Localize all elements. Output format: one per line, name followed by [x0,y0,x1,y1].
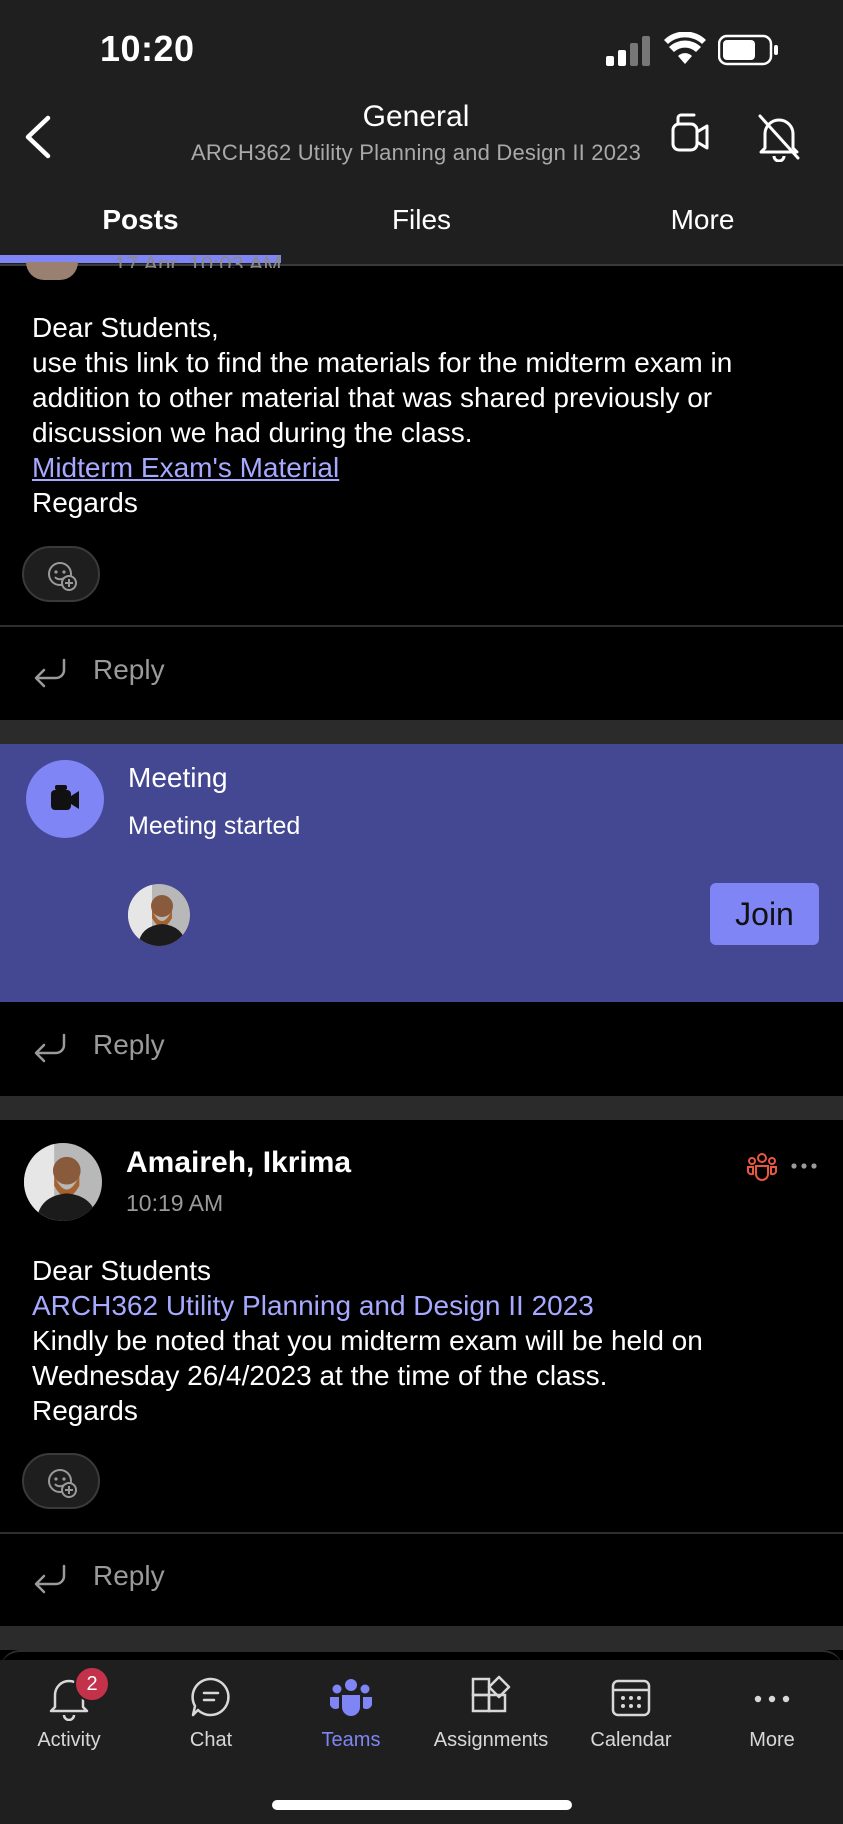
reply-arrow-icon [34,658,66,688]
meeting-avatar [26,760,104,838]
add-reaction-icon [48,1469,77,1498]
cellular-signal-icon [606,36,650,66]
post-line: addition to other material that was shar… [32,382,713,413]
post-closing: Regards [32,1395,138,1426]
thread-gap [0,720,843,744]
nav-label: More [749,1729,795,1751]
team-mention-link[interactable]: ARCH362 Utility Planning and Design II 2… [32,1290,594,1321]
teams-icon [330,1679,372,1716]
wifi-icon [664,32,706,64]
team-mention-icon [747,1153,777,1181]
join-meeting-button[interactable]: Join [710,883,819,945]
avatar [26,262,78,280]
reply-arrow-icon [34,1033,66,1063]
post-body: Dear Students ARCH362 Utility Planning a… [32,1253,822,1428]
post-timestamp: 17 Apr, 10:03 AM [114,252,282,268]
more-options-icon[interactable] [790,1154,818,1178]
video-camera-icon [51,785,79,810]
reply-arrow-icon [34,1564,66,1594]
thread-gap [0,1626,843,1650]
add-reaction-button[interactable] [22,546,100,602]
nav-label: Activity [37,1729,101,1751]
nav-label: Chat [189,1729,233,1751]
author-avatar[interactable] [24,1143,102,1221]
nav-teams[interactable]: Teams [286,1675,416,1752]
post-line: Wednesday 26/4/2023 at the time of the c… [32,1360,608,1391]
home-indicator[interactable] [272,1800,572,1810]
meeting-title: Meeting [128,762,228,793]
post-timestamp: 10:19 AM [126,1190,224,1216]
add-reaction-button[interactable] [22,1453,100,1509]
post-line: use this link to find the materials for … [32,347,733,378]
reply-label: Reply [93,654,165,685]
nav-label: Teams [321,1729,381,1751]
tab-posts[interactable]: Posts [0,195,281,245]
tab-more[interactable]: More [562,195,843,245]
nav-more[interactable]: More [707,1675,837,1752]
reply-button[interactable]: Reply [0,1534,843,1624]
reply-label: Reply [93,1560,165,1591]
reply-label: Reply [93,1029,165,1060]
post-closing: Regards [32,487,138,518]
reply-button[interactable]: Reply [0,628,843,718]
nav-label: Assignments [433,1729,549,1751]
post-line: Kindly be noted that you midterm exam wi… [32,1325,703,1356]
post-body: Dear Students, use this link to find the… [32,310,822,520]
nav-assignments[interactable]: Assignments [426,1675,556,1752]
post-divider [0,625,843,627]
nav-calendar[interactable]: Calendar [566,1675,696,1752]
more-dots-icon [754,1695,790,1703]
thread-gap [0,1096,843,1120]
calendar-icon [611,1679,651,1717]
author-name[interactable]: Amaireh, Ikrima [126,1146,351,1180]
meeting-card[interactable] [0,744,843,1002]
chat-icon [191,1677,230,1717]
activity-count-badge: 2 [74,1666,110,1702]
assignments-icon [471,1675,511,1713]
bell-off-icon[interactable] [756,112,802,162]
participant-avatar [128,884,190,946]
add-reaction-icon [48,562,77,591]
post-line: Dear Students, [32,312,219,343]
video-call-icon[interactable] [670,112,710,160]
nav-chat[interactable]: Chat [146,1675,276,1752]
post-line: discussion we had during the class. [32,417,473,448]
midterm-material-link[interactable]: Midterm Exam's Material [32,452,339,483]
post-greeting: Dear Students [32,1255,211,1286]
battery-icon [718,34,778,66]
nav-label: Calendar [590,1729,672,1751]
nav-activity[interactable]: Activity [4,1675,134,1752]
status-time: 10:20 [100,28,195,69]
meeting-status: Meeting started [128,812,301,840]
tab-files[interactable]: Files [281,195,562,245]
reply-button[interactable]: Reply [0,1003,843,1093]
